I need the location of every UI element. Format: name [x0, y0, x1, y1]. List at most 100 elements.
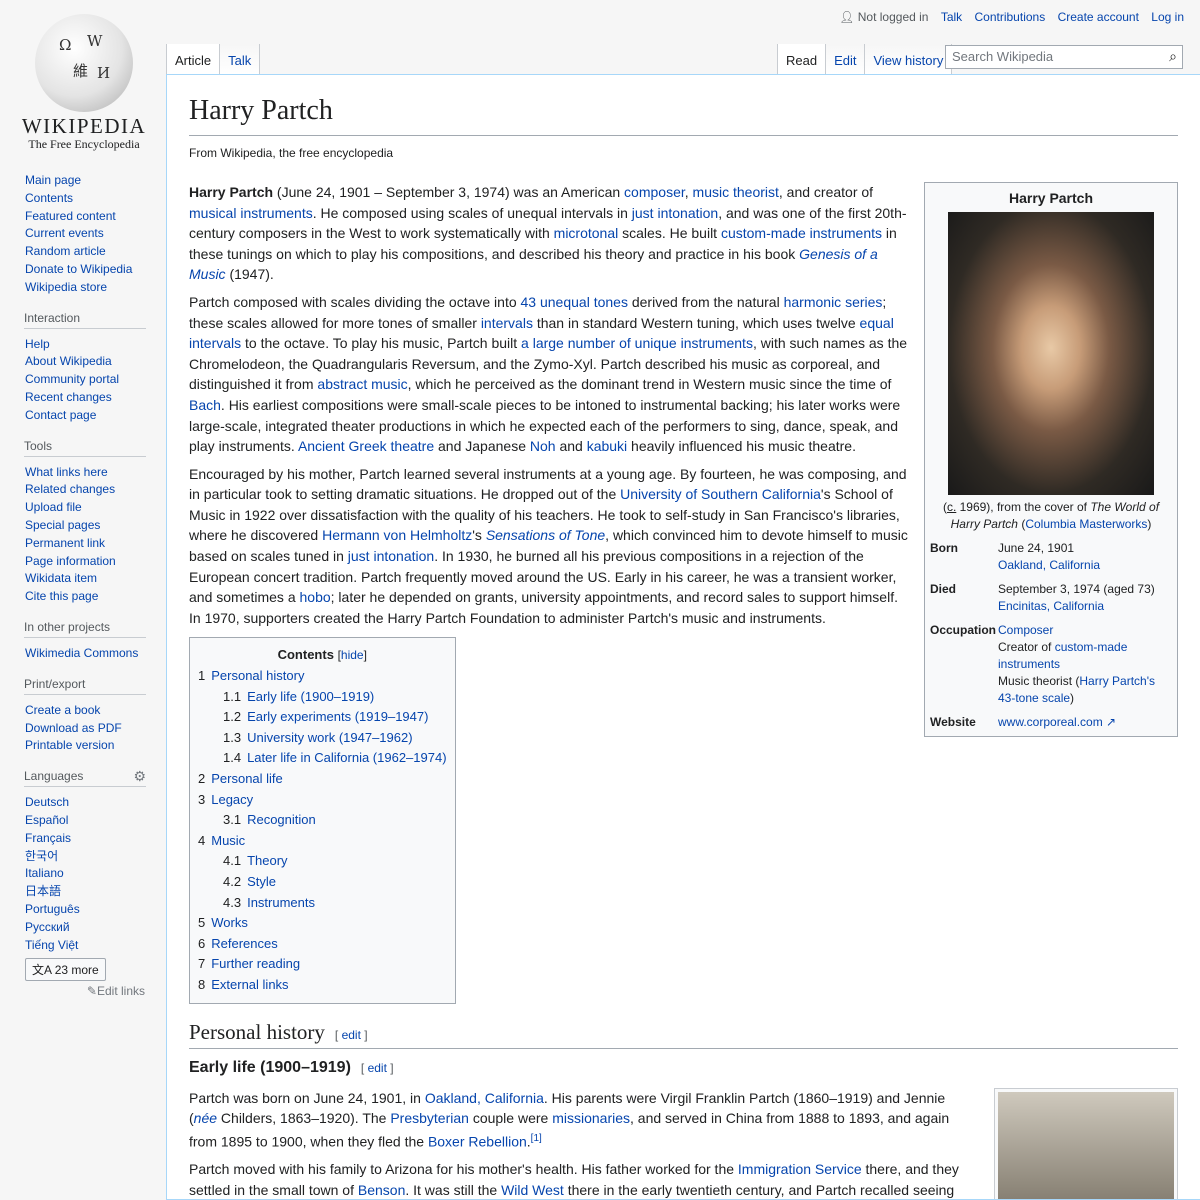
- search-input[interactable]: Search Wikipedia ⌕: [945, 45, 1183, 69]
- lang-deutsch[interactable]: Deutsch: [25, 795, 69, 809]
- sidebar-item-about[interactable]: About Wikipedia: [25, 354, 112, 368]
- article-link[interactable]: Boxer Rebellion: [428, 1134, 527, 1150]
- columbia-link[interactable]: Columbia Masterworks: [1025, 517, 1147, 531]
- sidebar-item-community[interactable]: Community portal: [25, 372, 119, 386]
- portrait-image[interactable]: [948, 211, 1154, 495]
- lang-korean[interactable]: 한국어: [25, 849, 58, 863]
- article-link[interactable]: musical instruments: [189, 205, 313, 221]
- article-link[interactable]: Immigration Service: [738, 1161, 862, 1177]
- article-link[interactable]: a large number of unique instruments: [521, 335, 753, 351]
- toc-link[interactable]: Legacy: [211, 792, 253, 807]
- article-link[interactable]: missionaries: [552, 1110, 630, 1126]
- tab-article[interactable]: Article: [166, 44, 220, 74]
- toc-item[interactable]: 4.3 Instruments: [198, 893, 447, 914]
- article-link[interactable]: microtonal: [554, 225, 619, 241]
- toc-link[interactable]: Recognition: [247, 812, 316, 827]
- sidebar-item-cite[interactable]: Cite this page: [25, 589, 98, 603]
- log-in-link[interactable]: Log in: [1151, 10, 1184, 24]
- toc-link[interactable]: Further reading: [211, 956, 300, 971]
- article-link[interactable]: just intonation: [348, 548, 434, 564]
- gear-icon[interactable]: ⚙: [133, 768, 146, 785]
- article-link[interactable]: 43 unequal tones: [521, 294, 628, 310]
- wikipedia-logo[interactable]: ΩW維И WIKIPEDIA The Free Encyclopedia: [14, 8, 154, 151]
- lang-japanese[interactable]: 日本語: [25, 884, 61, 898]
- create-account-link[interactable]: Create account: [1058, 10, 1139, 24]
- toc-item[interactable]: 4 Music: [198, 831, 447, 852]
- article-link[interactable]: just intonation: [632, 205, 718, 221]
- lang-vietnamese[interactable]: Tiếng Việt: [25, 938, 78, 952]
- edit-links[interactable]: ✎Edit links: [25, 984, 145, 998]
- article-link[interactable]: kabuki: [587, 438, 627, 454]
- sidebar-item-main-page[interactable]: Main page: [25, 173, 81, 187]
- sidebar-item-page-info[interactable]: Page information: [25, 554, 116, 568]
- section-edit-link[interactable]: edit: [342, 1028, 361, 1042]
- toc-item[interactable]: 4.1 Theory: [198, 851, 447, 872]
- toc-link[interactable]: Music: [211, 833, 245, 848]
- toc-link[interactable]: University work (1947–1962): [247, 730, 412, 745]
- contributions-link[interactable]: Contributions: [975, 10, 1046, 24]
- toc-item[interactable]: 3.1 Recognition: [198, 810, 447, 831]
- sidebar-item-donate[interactable]: Donate to Wikipedia: [25, 262, 132, 276]
- article-link[interactable]: music theorist: [693, 184, 779, 200]
- tab-edit[interactable]: Edit: [825, 44, 865, 74]
- lang-portugues[interactable]: Português: [25, 902, 80, 916]
- encinitas-link[interactable]: Encinitas, California: [998, 599, 1104, 613]
- article-link[interactable]: Noh: [530, 438, 556, 454]
- lang-espanol[interactable]: Español: [25, 813, 68, 827]
- toc-hide-link[interactable]: hide: [341, 648, 364, 662]
- article-link[interactable]: Sensations of Tone: [486, 527, 605, 543]
- toc-link[interactable]: Personal history: [211, 668, 304, 683]
- article-link[interactable]: hobo: [300, 589, 331, 605]
- article-link[interactable]: Bach: [189, 397, 221, 413]
- toc-link[interactable]: External links: [211, 977, 288, 992]
- sidebar-item-related-changes[interactable]: Related changes: [25, 482, 115, 496]
- article-link[interactable]: University of Southern California: [620, 486, 821, 502]
- toc-link[interactable]: References: [211, 936, 277, 951]
- sidebar-item-commons[interactable]: Wikimedia Commons: [25, 646, 138, 660]
- article-link[interactable]: Oakland, California: [425, 1090, 544, 1106]
- tab-read[interactable]: Read: [777, 44, 826, 74]
- sidebar-item-store[interactable]: Wikipedia store: [25, 280, 107, 294]
- article-link[interactable]: harmonic series: [784, 294, 883, 310]
- lang-francais[interactable]: Français: [25, 831, 71, 845]
- oakland-link[interactable]: Oakland, California: [998, 558, 1100, 572]
- sidebar-item-current-events[interactable]: Current events: [25, 226, 104, 240]
- toc-item[interactable]: 6 References: [198, 934, 447, 955]
- article-link[interactable]: Ancient Greek theatre: [298, 438, 434, 454]
- website-link[interactable]: www.corporeal.com: [998, 715, 1103, 729]
- toc-item[interactable]: 1.3 University work (1947–1962): [198, 728, 447, 749]
- sidebar-item-what-links-here[interactable]: What links here: [25, 465, 108, 479]
- sidebar-item-random[interactable]: Random article: [25, 244, 106, 258]
- composer-link[interactable]: Composer: [998, 623, 1053, 637]
- toc-link[interactable]: Early life (1900–1919): [247, 689, 374, 704]
- sidebar-item-upload[interactable]: Upload file: [25, 500, 82, 514]
- more-languages-button[interactable]: 文A 23 more: [25, 958, 106, 982]
- lang-italiano[interactable]: Italiano: [25, 866, 64, 880]
- article-link[interactable]: custom-made instruments: [721, 225, 882, 241]
- toc-item[interactable]: 8 External links: [198, 975, 447, 996]
- citation-ref[interactable]: [1]: [531, 1133, 542, 1144]
- article-link[interactable]: Hermann von Helmholtz: [322, 527, 472, 543]
- toc-link[interactable]: Personal life: [211, 771, 283, 786]
- toc-item[interactable]: 5 Works: [198, 913, 447, 934]
- article-link[interactable]: Wild West: [501, 1182, 564, 1198]
- sidebar-item-help[interactable]: Help: [25, 337, 50, 351]
- toc-item[interactable]: 7 Further reading: [198, 954, 447, 975]
- sidebar-item-download-pdf[interactable]: Download as PDF: [25, 721, 122, 735]
- toc-item[interactable]: 3 Legacy: [198, 790, 447, 811]
- sidebar-item-featured[interactable]: Featured content: [25, 209, 116, 223]
- toc-link[interactable]: Theory: [247, 853, 287, 868]
- toc-link[interactable]: Early experiments (1919–1947): [247, 709, 428, 724]
- sidebar-item-create-book[interactable]: Create a book: [25, 703, 100, 717]
- toc-link[interactable]: Instruments: [247, 895, 315, 910]
- tab-talk[interactable]: Talk: [219, 44, 261, 74]
- personal-talk-link[interactable]: Talk: [941, 10, 962, 24]
- article-link[interactable]: intervals: [481, 315, 533, 331]
- sidebar-item-contents[interactable]: Contents: [25, 191, 73, 205]
- toc-item[interactable]: 2 Personal life: [198, 769, 447, 790]
- toc-item[interactable]: 1.2 Early experiments (1919–1947): [198, 707, 447, 728]
- article-link[interactable]: Presbyterian: [390, 1110, 469, 1126]
- sidebar-item-recent-changes[interactable]: Recent changes: [25, 390, 112, 404]
- sidebar-item-permanent-link[interactable]: Permanent link: [25, 536, 105, 550]
- toc-item[interactable]: 4.2 Style: [198, 872, 447, 893]
